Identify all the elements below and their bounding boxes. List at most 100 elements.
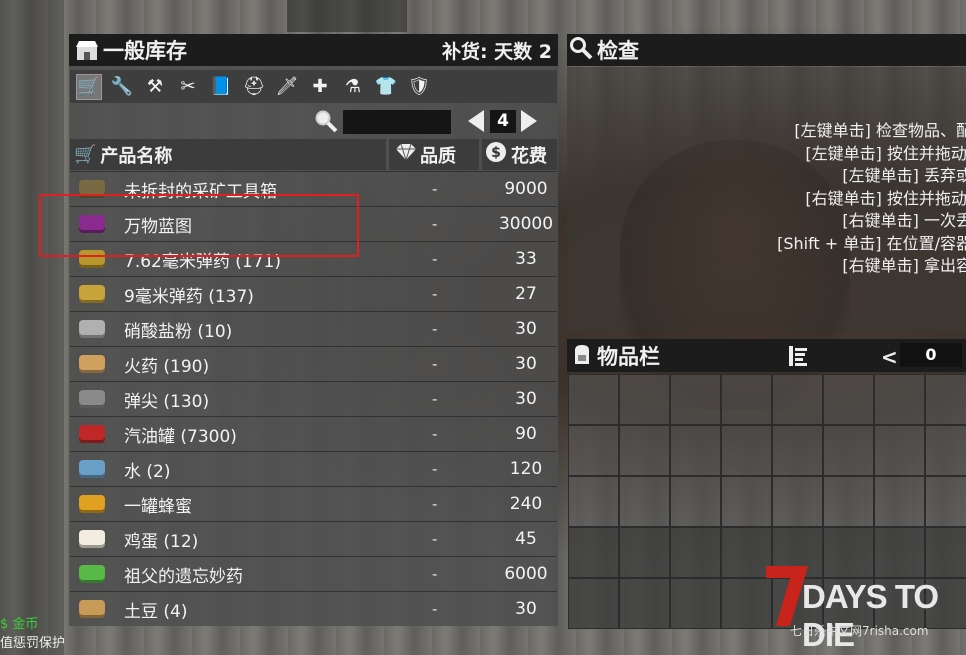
store-icon bbox=[75, 39, 99, 61]
inventory-slot[interactable] bbox=[925, 425, 966, 476]
medkit-icon[interactable]: ✚ bbox=[307, 74, 333, 100]
coin-hud-icon: $ bbox=[0, 617, 9, 632]
cart-icon[interactable]: 🛒 bbox=[76, 73, 102, 100]
item-cost: 9000 bbox=[504, 179, 548, 199]
potato-icon bbox=[70, 593, 114, 625]
locked-slot[interactable] bbox=[568, 578, 619, 629]
item-name: 硝酸盐粉 (10) bbox=[124, 321, 233, 342]
inventory-slot[interactable] bbox=[721, 476, 772, 527]
item-row[interactable]: 弹尖 (130) - 30 bbox=[70, 381, 557, 416]
inventory-slot[interactable] bbox=[670, 374, 721, 425]
book-icon[interactable]: 📘 bbox=[208, 74, 234, 100]
inventory-slot[interactable] bbox=[670, 476, 721, 527]
inventory-slot[interactable] bbox=[568, 425, 619, 476]
knife-icon[interactable]: 🗡 bbox=[274, 74, 300, 100]
item-name: 一罐蜂蜜 bbox=[124, 496, 192, 517]
item-quality: - bbox=[432, 600, 438, 618]
locked-slot[interactable] bbox=[670, 527, 721, 578]
inventory-slot[interactable] bbox=[823, 425, 874, 476]
helmet-icon[interactable]: ⛑ bbox=[241, 74, 267, 100]
inventory-slot[interactable] bbox=[772, 374, 823, 425]
item-quality: - bbox=[432, 215, 438, 233]
column-name-header[interactable]: 🛒 产品名称 bbox=[70, 139, 386, 170]
inventory-slot[interactable] bbox=[772, 476, 823, 527]
column-quality-header[interactable]: 品质 bbox=[389, 139, 479, 170]
inventory-slot[interactable] bbox=[874, 476, 925, 527]
instruction-line: [右键单击] 按住并拖动, bbox=[805, 188, 966, 208]
inventory-slot[interactable] bbox=[823, 374, 874, 425]
item-cost: 6000 bbox=[504, 564, 548, 584]
locked-slot[interactable] bbox=[568, 527, 619, 578]
item-quality: - bbox=[432, 390, 438, 408]
search-icon bbox=[314, 109, 338, 137]
inventory-slot[interactable] bbox=[721, 374, 772, 425]
sort-icon[interactable] bbox=[787, 344, 809, 372]
item-quality: - bbox=[432, 180, 438, 198]
inventory-slot[interactable] bbox=[874, 425, 925, 476]
hammer-icon[interactable]: ⚒ bbox=[142, 74, 168, 100]
item-row[interactable]: 土豆 (4) - 30 bbox=[70, 591, 557, 626]
tools-icon[interactable]: ✂ bbox=[175, 74, 201, 100]
page-prev-icon[interactable] bbox=[468, 110, 484, 132]
page-next-icon[interactable] bbox=[521, 110, 537, 132]
inventory-header: 物品栏 < 0 bbox=[567, 339, 966, 372]
item-cost: 30 bbox=[515, 599, 537, 619]
inventory-slot[interactable] bbox=[619, 476, 670, 527]
shirt-icon[interactable]: 👕 bbox=[373, 74, 399, 100]
column-cost-header[interactable]: $ 花费 bbox=[482, 139, 557, 170]
inventory-slot[interactable] bbox=[619, 374, 670, 425]
instruction-line: [右键单击] 一次丢 bbox=[842, 211, 966, 230]
wrench-icon[interactable]: 🔧 bbox=[109, 74, 135, 100]
locked-slot[interactable] bbox=[619, 578, 670, 629]
search-input[interactable] bbox=[343, 110, 451, 134]
item-row[interactable]: 汽油罐 (7300) - 90 bbox=[70, 416, 557, 451]
inventory-slot[interactable] bbox=[670, 425, 721, 476]
coin-hud: $ 金币 bbox=[0, 613, 38, 632]
potion-bottle-icon bbox=[70, 558, 114, 590]
honey-jar-icon bbox=[70, 488, 114, 520]
item-name: 9毫米弹药 (137) bbox=[124, 286, 254, 307]
item-row[interactable]: 硝酸盐粉 (10) - 30 bbox=[70, 311, 557, 346]
penalty-label: 值惩罚保护 bbox=[0, 636, 66, 651]
armor-icon[interactable]: 🛡 bbox=[406, 74, 432, 100]
inventory-slot[interactable] bbox=[874, 374, 925, 425]
item-cost: 45 bbox=[515, 529, 537, 549]
item-row[interactable]: 一罐蜂蜜 - 240 bbox=[70, 486, 557, 521]
item-row[interactable]: 9毫米弹药 (137) - 27 bbox=[70, 276, 557, 311]
flask-icon[interactable]: ⚗ bbox=[340, 74, 366, 100]
diamond-icon bbox=[395, 143, 417, 166]
locked-slot[interactable] bbox=[619, 527, 670, 578]
restock-label: 补货: 天数 2 bbox=[441, 40, 552, 63]
coin-label: 金币 bbox=[12, 617, 39, 632]
inventory-slot[interactable] bbox=[823, 476, 874, 527]
backpack-icon bbox=[571, 342, 593, 370]
inventory-slot[interactable] bbox=[568, 476, 619, 527]
watermark-site: 七日杀中文网7risha.com bbox=[790, 624, 929, 638]
search-row: 4 bbox=[70, 104, 557, 138]
background-top bbox=[287, 0, 407, 32]
item-quality: - bbox=[432, 250, 438, 268]
item-row[interactable]: 火药 (190) - 30 bbox=[70, 346, 557, 381]
inspect-title: 检查 bbox=[597, 39, 639, 63]
inventory-slot[interactable] bbox=[772, 425, 823, 476]
item-cost: 33 bbox=[515, 249, 537, 269]
item-cost: 30000 bbox=[498, 214, 554, 234]
inventory-prev-icon[interactable]: < bbox=[881, 345, 898, 369]
item-cost: 90 bbox=[515, 424, 537, 444]
inventory-slot[interactable] bbox=[619, 425, 670, 476]
item-quality: - bbox=[432, 425, 438, 443]
item-cost: 30 bbox=[515, 319, 537, 339]
item-row[interactable]: 鸡蛋 (12) - 45 bbox=[70, 521, 557, 556]
inventory-slot[interactable] bbox=[925, 476, 966, 527]
inventory-slot[interactable] bbox=[721, 425, 772, 476]
trader-header: 一般库存 补货: 天数 2 bbox=[69, 34, 558, 66]
item-row[interactable]: 祖父的遗忘妙药 - 6000 bbox=[70, 556, 557, 591]
item-row[interactable]: 水 (2) - 120 bbox=[70, 451, 557, 486]
instruction-line: [左键单击] 检查物品、配 bbox=[794, 121, 966, 140]
inventory-slot[interactable] bbox=[925, 374, 966, 425]
bullet-tip-icon bbox=[70, 383, 114, 415]
item-quality: - bbox=[432, 495, 438, 513]
locked-slot[interactable] bbox=[670, 578, 721, 629]
inventory-slot[interactable] bbox=[568, 374, 619, 425]
item-quality: - bbox=[432, 285, 438, 303]
